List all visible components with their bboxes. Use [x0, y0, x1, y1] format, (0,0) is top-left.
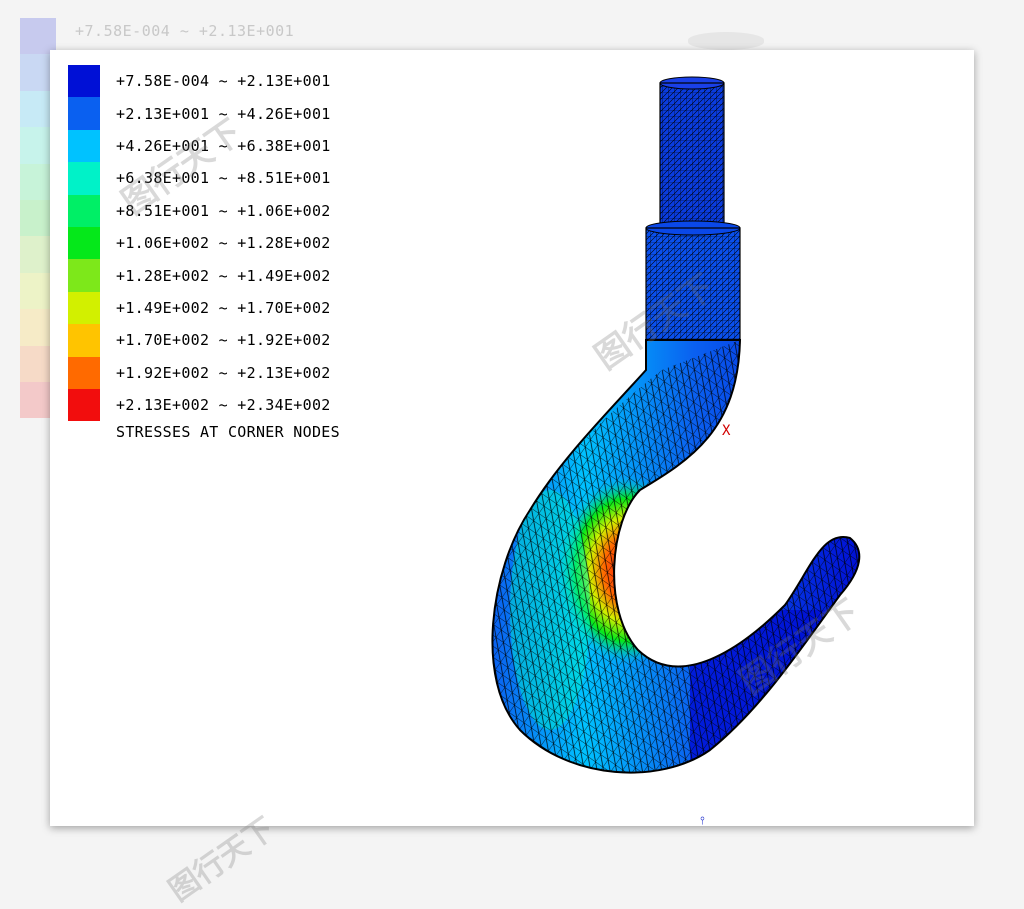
legend-range-label: +2.13E+002 ~ +2.34E+002	[116, 396, 331, 415]
node-marker: X	[722, 423, 731, 439]
legend-swatch	[68, 194, 100, 227]
fea-result-window: +7.58E-004 ~ +2.13E+001 +2.13E+001 ~ +4.2…	[50, 50, 974, 827]
legend-range-label: +1.28E+002 ~ +1.49E+002	[116, 266, 331, 285]
ghost-swatch	[20, 18, 56, 55]
legend-range-label: +8.51E+001 ~ +1.06E+002	[116, 201, 331, 220]
background-hook-cap-ghost	[688, 32, 764, 50]
legend-caption: STRESSES AT CORNER NODES	[116, 423, 340, 441]
legend-swatch	[68, 162, 100, 195]
legend-row: +1.06E+002 ~ +1.28E+002	[68, 226, 331, 260]
legend-swatch	[68, 388, 100, 422]
legend-range-label: +1.92E+002 ~ +2.13E+002	[116, 363, 331, 382]
legend-swatch	[68, 324, 100, 357]
support-marker-icon: ⫯	[700, 814, 705, 827]
legend-swatch	[68, 97, 100, 130]
legend-range-label: +7.58E-004 ~ +2.13E+001	[116, 72, 331, 91]
legend-row: +1.49E+002 ~ +1.70E+002	[68, 291, 331, 325]
legend-swatch	[68, 129, 100, 163]
legend-range-label: +1.49E+002 ~ +1.70E+002	[116, 298, 331, 317]
legend-row: +7.58E-004 ~ +2.13E+001	[68, 65, 331, 98]
legend-row: +4.26E+001 ~ +6.38E+001	[68, 129, 331, 163]
legend-swatch	[68, 65, 100, 98]
hook-body	[491, 339, 861, 774]
stress-legend: +7.58E-004 ~ +2.13E+001 +2.13E+001 ~ +4.2…	[68, 65, 331, 422]
legend-row: +1.28E+002 ~ +1.49E+002	[68, 259, 331, 292]
legend-swatch	[68, 356, 100, 389]
legend-row: +2.13E+002 ~ +2.34E+002	[68, 388, 331, 422]
legend-row: +8.51E+001 ~ +1.06E+002	[68, 194, 331, 227]
legend-row: +2.13E+001 ~ +4.26E+001	[68, 97, 331, 130]
legend-range-label: +1.06E+002 ~ +1.28E+002	[116, 234, 331, 253]
legend-range-label: +4.26E+001 ~ +6.38E+001	[116, 136, 331, 155]
legend-range-label: +1.70E+002 ~ +1.92E+002	[116, 331, 331, 350]
legend-row: +6.38E+001 ~ +8.51E+001	[68, 162, 331, 195]
background-legend-ghost-label: +7.58E-004 ~ +2.13E+001	[75, 22, 295, 40]
hook-shank-top	[659, 76, 725, 234]
legend-row: +1.70E+002 ~ +1.92E+002	[68, 324, 331, 357]
legend-range-label: +6.38E+001 ~ +8.51E+001	[116, 169, 331, 188]
legend-swatch	[68, 259, 100, 292]
legend-row: +1.92E+002 ~ +2.13E+002	[68, 356, 331, 389]
legend-swatch	[68, 291, 100, 325]
legend-range-label: +2.13E+001 ~ +4.26E+001	[116, 104, 331, 123]
legend-swatch	[68, 226, 100, 260]
hook-collar	[645, 220, 741, 344]
